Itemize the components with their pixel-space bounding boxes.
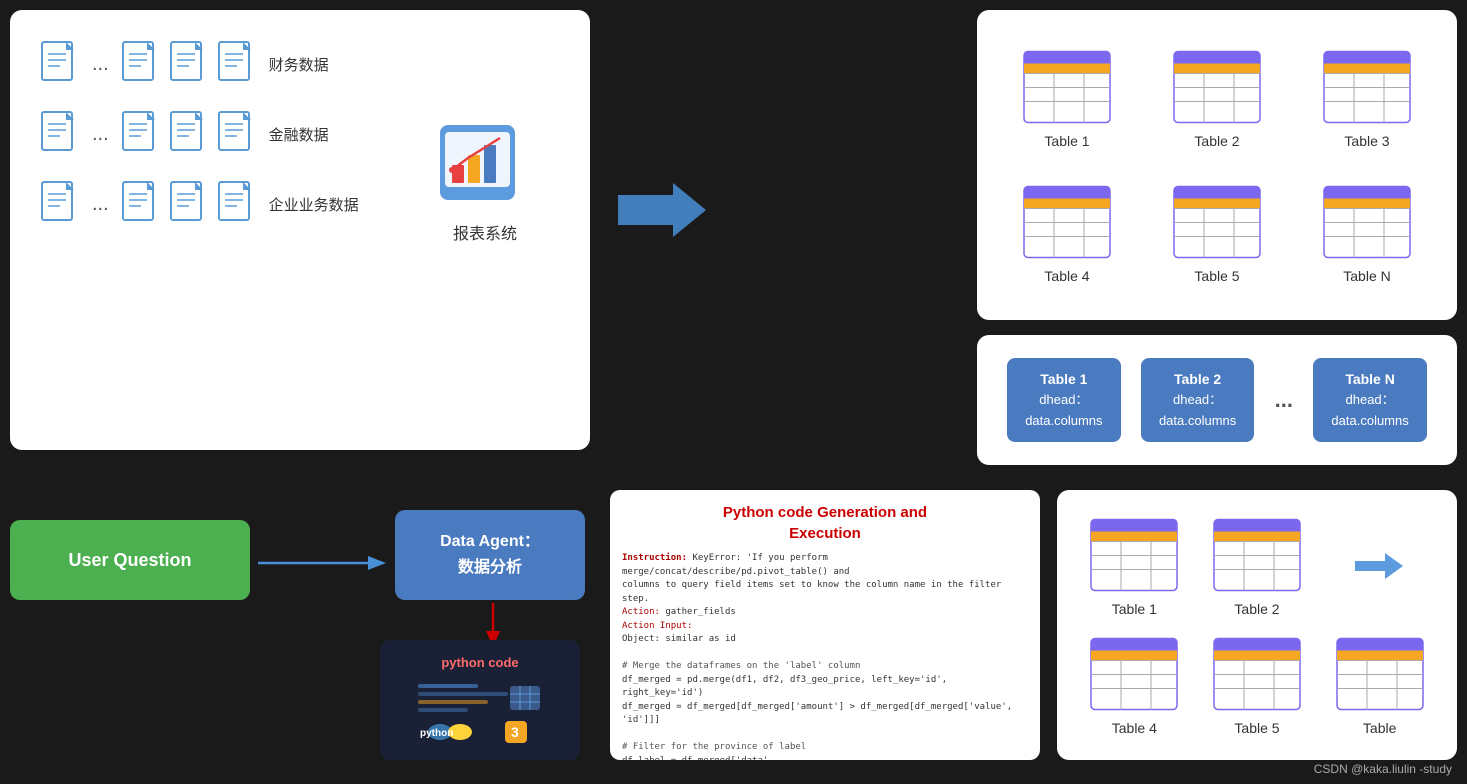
doc-icon-11 <box>169 180 209 228</box>
code-gen-panel: Python code Generation and Execution Ins… <box>610 490 1040 760</box>
tables-grid-panel: Table 1 Table 2 Table 3 <box>977 10 1457 320</box>
result-table-2: Table 2 <box>1212 515 1302 617</box>
svg-text:3: 3 <box>511 724 519 740</box>
doc-icon-6 <box>121 110 161 158</box>
doc-icon-1 <box>40 40 80 88</box>
python-illustration: python 3 <box>410 676 550 746</box>
result-table-4: Table 4 <box>1089 634 1179 736</box>
table-1-label: Table 1 <box>1044 133 1089 149</box>
left-data-panel: ... 财务数据 ... 金融数据 ... 企业业务数据 <box>10 10 590 450</box>
doc-icon-9 <box>40 180 80 228</box>
table-icon-5 <box>1172 182 1262 262</box>
table-desc-n-content: dhead：data.columns <box>1331 390 1408 432</box>
result-table-1-label: Table 1 <box>1112 601 1157 617</box>
table-icon-2 <box>1172 47 1262 127</box>
report-system-area: 报表系统 <box>430 120 540 244</box>
table-desc-n: Table N dhead：data.columns <box>1313 358 1426 442</box>
result-table-icon-4 <box>1089 634 1179 714</box>
result-tables-panel: Table 1 Table 2 <box>1057 490 1457 760</box>
table-desc-2: Table 2 dhead：data.columns <box>1141 358 1254 442</box>
doc-icon-12 <box>217 180 257 228</box>
doc-icon-4 <box>217 40 257 88</box>
table-4-label: Table 4 <box>1044 268 1089 284</box>
dots-1: ... <box>92 53 109 76</box>
result-arrow-container <box>1355 551 1405 581</box>
table-item-n: Table N <box>1322 182 1412 284</box>
table-item-5: Table 5 <box>1172 182 1262 284</box>
user-question-box: User Question <box>10 520 250 600</box>
table-icon-3 <box>1322 47 1412 127</box>
table-desc-n-title: Table N <box>1331 368 1408 390</box>
result-arrow-icon <box>1355 551 1405 581</box>
result-table-final-label: Table <box>1363 720 1396 736</box>
code-gen-title: Python code Generation and Execution <box>622 502 1028 544</box>
doc-icon-5 <box>40 110 80 158</box>
doc-icon-3 <box>169 40 209 88</box>
table-icon-4 <box>1022 182 1112 262</box>
table-icon-n <box>1322 182 1412 262</box>
tables-desc-panel: Table 1 dhead：data.columns Table 2 dhead… <box>977 335 1457 465</box>
table-desc-2-content: dhead：data.columns <box>1159 390 1236 432</box>
arrow-to-agent <box>258 548 388 578</box>
data-agent-line2: 数据分析 <box>458 555 522 581</box>
table-desc-1: Table 1 dhead：data.columns <box>1007 358 1120 442</box>
result-table-5-label: Table 5 <box>1234 720 1279 736</box>
data-agent-line1: Data Agent： <box>440 529 540 555</box>
svg-text:python: python <box>420 728 453 739</box>
result-table-5: Table 5 <box>1212 634 1302 736</box>
business-label: 企业业务数据 <box>269 194 359 215</box>
result-table-icon-5 <box>1212 634 1302 714</box>
doc-icon-2 <box>121 40 161 88</box>
doc-icon-10 <box>121 180 161 228</box>
desc-dots: ... <box>1275 387 1293 413</box>
user-question-label: User Question <box>68 550 191 571</box>
dots-3: ... <box>92 193 109 216</box>
table-5-label: Table 5 <box>1194 268 1239 284</box>
table-2-label: Table 2 <box>1194 133 1239 149</box>
table-item-3: Table 3 <box>1322 47 1412 149</box>
table-icon-1 <box>1022 47 1112 127</box>
result-table-icon-1 <box>1089 515 1179 595</box>
table-n-label: Table N <box>1343 268 1390 284</box>
doc-icon-7 <box>169 110 209 158</box>
table-desc-1-title: Table 1 <box>1025 368 1102 390</box>
table-item-4: Table 4 <box>1022 182 1112 284</box>
python-code-box: python code python 3 <box>380 640 580 760</box>
report-system-label: 报表系统 <box>453 220 517 244</box>
table-item-1: Table 1 <box>1022 47 1112 149</box>
table-desc-1-content: dhead：data.columns <box>1025 390 1102 432</box>
result-table-4-label: Table 4 <box>1112 720 1157 736</box>
result-table-final: Table <box>1335 634 1425 736</box>
python-code-title: python code <box>441 655 518 670</box>
table-desc-2-title: Table 2 <box>1159 368 1236 390</box>
result-table-icon-final <box>1335 634 1425 714</box>
dots-2: ... <box>92 123 109 146</box>
table-item-2: Table 2 <box>1172 47 1262 149</box>
doc-icon-8 <box>217 110 257 158</box>
finance-label: 金融数据 <box>269 124 329 145</box>
financial-data-row: ... 财务数据 <box>40 40 560 88</box>
watermark: CSDN @kaka.liulin -study <box>1314 762 1452 776</box>
result-table-1: Table 1 <box>1089 515 1179 617</box>
financial-label: 财务数据 <box>269 54 329 75</box>
report-system-icon <box>430 120 540 220</box>
arrow-to-python <box>478 603 508 643</box>
data-agent-box: Data Agent： 数据分析 <box>395 510 585 600</box>
result-table-2-label: Table 2 <box>1234 601 1279 617</box>
main-right-arrow <box>618 180 698 240</box>
table-3-label: Table 3 <box>1344 133 1389 149</box>
result-table-icon-2 <box>1212 515 1302 595</box>
code-gen-text: Instruction: KeyError: 'If you perform m… <box>622 552 1028 760</box>
